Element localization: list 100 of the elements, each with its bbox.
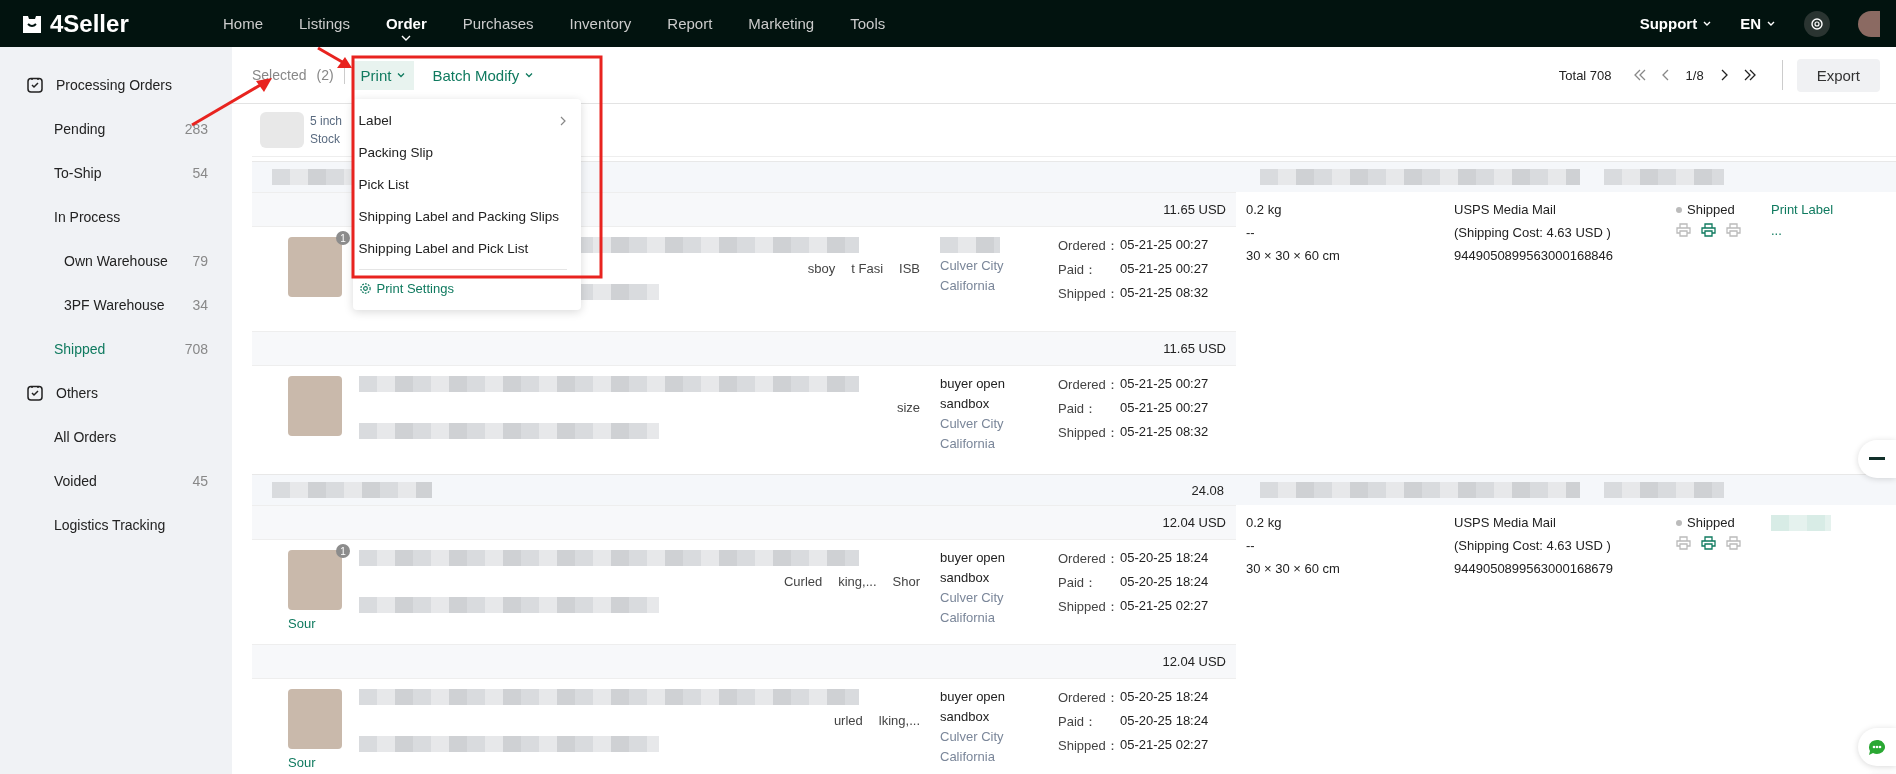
date-value: 05-20-25 18:24 [1120,689,1209,706]
nav-tab[interactable]: Inventory [551,0,650,47]
action-link[interactable]: Print Label [1771,202,1834,217]
sidebar-item[interactable]: Voided 45 [0,459,232,503]
package-weight: 0.2 kg [1246,515,1283,530]
order-total: 24.08 [1191,482,1224,498]
first-page-icon[interactable] [1632,69,1647,81]
date-value: 05-21-25 00:27 [1120,261,1209,278]
quantity-badge: 1 [336,544,350,558]
buyer-city: Culver City [940,258,1005,273]
buyer-state: California [940,278,996,293]
source-link[interactable]: Sour [288,616,345,631]
nav-tab[interactable]: Purchases [444,0,552,47]
buyer-name: buyer open [940,550,1007,565]
sidebar-item[interactable]: Shipped 708 [0,327,232,371]
date-value: 05-20-25 18:24 [1120,713,1209,730]
photo-placeholder [288,550,342,610]
date-label: Paid： [1058,400,1099,418]
nav-tab[interactable]: Marketing [730,0,833,47]
dropdown-button[interactable]: Batch Modify [424,60,543,90]
brand-logo-text: 4Seller [50,9,129,38]
sidebar-item[interactable]: 3PF Warehouse 34 [0,283,232,327]
product-text: sboy [807,261,836,276]
annotation-arrow [317,46,352,68]
settings-icon[interactable] [1804,10,1830,37]
sidebar-item[interactable]: Logistics Tracking [0,503,232,547]
quantity-badge: 1 [336,231,350,245]
total-count: Total 708 [1558,67,1612,83]
shipping-cost: (Shipping Cost: 4.63 USD ) [1454,538,1612,553]
date-value: 05-20-25 18:24 [1120,574,1209,591]
source-link[interactable]: Sour [288,755,345,770]
menu-item[interactable]: Label [352,104,581,137]
sidebar-item[interactable]: Pending 283 [0,107,232,151]
page-indicator: 1/8 [1685,67,1704,83]
date-label: Shipped： [1058,737,1120,755]
support-menu[interactable]: Support [1639,15,1713,32]
nav-tab[interactable]: Order [367,0,445,47]
nav-tab[interactable]: Home [205,0,281,47]
export-button[interactable]: Export [1796,58,1880,92]
dropdown-button[interactable]: Print [352,60,415,90]
buyer-city: Culver City [940,416,1005,431]
product-text: Shor [892,574,920,589]
date-label: Ordered： [1058,550,1120,568]
print-settings-link[interactable]: Print Settings [352,273,581,304]
date-label: Shipped： [1058,598,1120,616]
printer-icon[interactable] [1701,536,1716,550]
avatar[interactable] [1858,10,1880,37]
selected-label: Selected [252,67,307,83]
date-label: Shipped： [1058,424,1120,442]
last-page-icon[interactable] [1742,69,1757,81]
sidebar-item[interactable]: Own Warehouse 79 [0,239,232,283]
buyer-name: buyer open [940,376,1007,391]
sidebar-section-title: Processing Orders [56,77,172,93]
product-text: t Fasi [851,261,884,276]
carrier-name: USPS Media Mail [1454,515,1557,530]
product-text: size [896,400,920,415]
menu-item[interactable]: Pick List [352,168,581,201]
photo-placeholder [288,689,342,749]
buyer-city: Culver City [940,590,1005,605]
date-label: Paid： [1058,261,1099,279]
selected-count: (2) [316,67,334,83]
previous-page-icon[interactable] [1660,69,1671,81]
nav-tab[interactable]: Tools [832,0,904,47]
item-amount: 11.65 USD [1163,341,1226,356]
date-label: Paid： [1058,713,1099,731]
volume-weight: -- [1246,225,1256,240]
menu-item[interactable]: Packing Slip [352,136,581,169]
sidebar-section-title: Others [56,385,98,401]
volume-weight: -- [1246,538,1256,553]
menu-item[interactable]: Shipping Label and Pick List [352,232,581,265]
product-text: 5 inch [310,114,343,128]
sidebar-item[interactable]: In Process [0,195,232,239]
product-text: Stock [310,132,341,146]
action-link[interactable]: ... [1771,223,1834,238]
clipboard-icon [26,384,44,402]
sidebar-item[interactable]: To-Ship 54 [0,151,232,195]
menu-item[interactable]: Shipping Label and Packing Slips [352,200,581,233]
caret-icon [396,70,407,80]
caret-icon [401,34,412,41]
tracking-number: 9449050899563000168679 [1454,561,1615,576]
item-amount: 12.04 USD [1162,654,1226,669]
shipping-cost: (Shipping Cost: 4.63 USD ) [1454,225,1612,240]
nav-tab[interactable]: Listings [281,0,368,47]
carrier-name: USPS Media Mail [1454,202,1557,217]
nav-tab[interactable]: Report [649,0,731,47]
buyer-state: California [940,610,996,625]
pixelated-region [1771,515,1831,531]
support-chat-button[interactable] [1858,728,1896,766]
buyer-name: buyer open [940,689,1007,704]
language-menu[interactable]: EN [1740,15,1776,32]
product-text: Curled [783,574,823,589]
dash-icon [1869,457,1885,461]
product-text: king,... [838,574,877,589]
photo-placeholder [288,376,342,436]
side-tab-button[interactable] [1858,440,1896,478]
gear-icon [358,282,372,295]
sidebar-item[interactable]: All Orders [0,415,232,459]
date-value: 05-20-25 18:24 [1120,550,1209,567]
printer-icon[interactable] [1701,223,1716,237]
date-value: 05-21-25 02:27 [1120,598,1209,615]
